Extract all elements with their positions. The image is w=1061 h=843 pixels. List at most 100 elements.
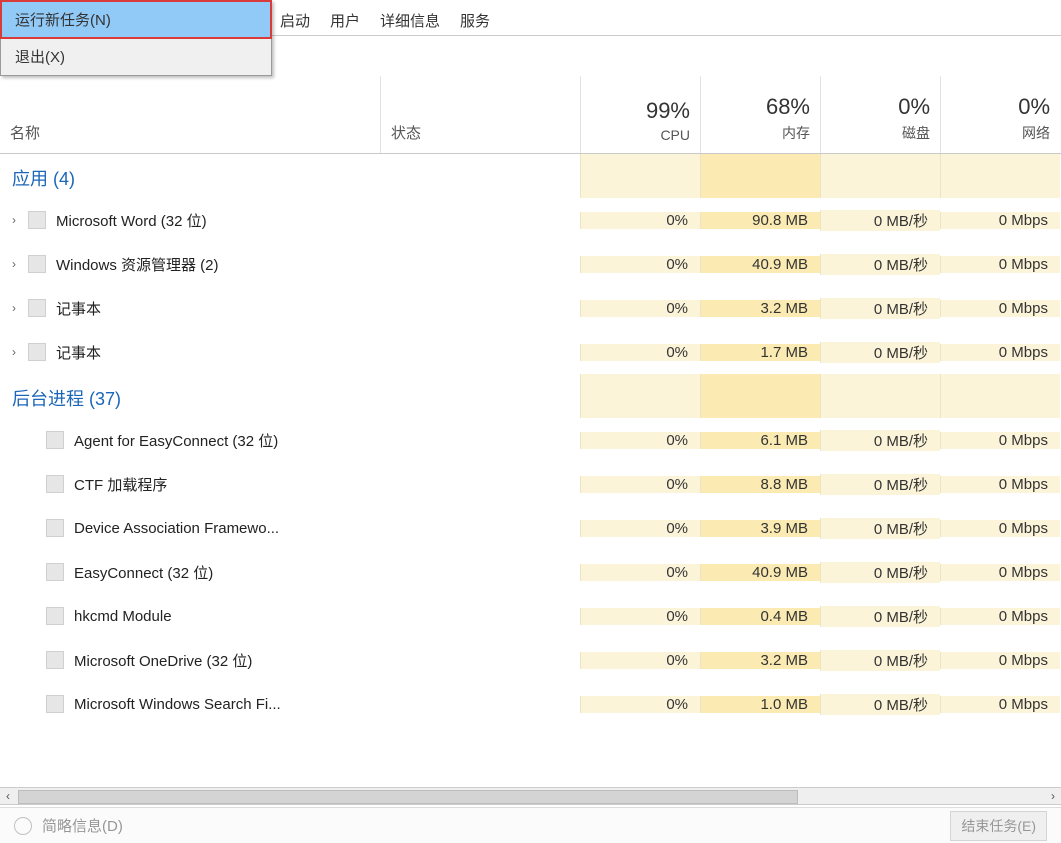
column-header-status[interactable]: 状态	[380, 76, 580, 153]
cpu-usage-pct: 99%	[646, 99, 690, 123]
disk-cell: 0 MB/秒	[820, 474, 940, 495]
cpu-cell: 0%	[580, 608, 700, 625]
tab-details[interactable]: 详细信息	[370, 6, 450, 35]
mem-cell: 40.9 MB	[700, 564, 820, 581]
app-icon	[46, 431, 64, 449]
mem-cell: 0.4 MB	[700, 608, 820, 625]
column-header-disk[interactable]: 0% 磁盘	[820, 76, 940, 153]
process-row[interactable]: Device Association Framewo... 0% 3.9 MB …	[0, 506, 1061, 550]
process-row[interactable]: › 记事本 0% 1.7 MB 0 MB/秒 0 Mbps	[0, 330, 1061, 374]
mem-cell: 8.8 MB	[700, 476, 820, 493]
process-row[interactable]: Microsoft OneDrive (32 位) 0% 3.2 MB 0 MB…	[0, 638, 1061, 682]
group-apps[interactable]: 应用 (4)	[0, 154, 1061, 198]
app-icon	[46, 651, 64, 669]
bottom-bar: 简略信息(D) 结束任务(E)	[0, 807, 1061, 843]
column-header-memory[interactable]: 68% 内存	[700, 76, 820, 153]
cpu-cell: 0%	[580, 344, 700, 361]
mem-cell: 3.2 MB	[700, 652, 820, 669]
disk-label: 磁盘	[902, 123, 930, 143]
app-icon	[46, 519, 64, 537]
net-cell: 0 Mbps	[940, 432, 1060, 449]
menu-item-run-new-task[interactable]: 运行新任务(N)	[1, 1, 271, 38]
cpu-cell: 0%	[580, 564, 700, 581]
chevron-right-icon[interactable]: ›	[6, 257, 22, 271]
column-header-network[interactable]: 0% 网络	[940, 76, 1060, 153]
net-cell: 0 Mbps	[940, 256, 1060, 273]
net-cell: 0 Mbps	[940, 212, 1060, 229]
fewer-details-label[interactable]: 简略信息(D)	[42, 815, 123, 836]
group-background[interactable]: 后台进程 (37)	[0, 374, 1061, 418]
tab-services[interactable]: 服务	[450, 6, 500, 35]
disk-cell: 0 MB/秒	[820, 254, 940, 275]
scroll-left-icon[interactable]: ‹	[6, 789, 10, 803]
scroll-right-icon[interactable]: ›	[1051, 789, 1055, 803]
cpu-cell: 0%	[580, 300, 700, 317]
cpu-cell: 0%	[580, 432, 700, 449]
process-name: Microsoft OneDrive (32 位)	[74, 650, 252, 671]
process-row[interactable]: hkcmd Module 0% 0.4 MB 0 MB/秒 0 Mbps	[0, 594, 1061, 638]
mem-cell: 90.8 MB	[700, 212, 820, 229]
process-row[interactable]: EasyConnect (32 位) 0% 40.9 MB 0 MB/秒 0 M…	[0, 550, 1061, 594]
end-task-button[interactable]: 结束任务(E)	[950, 811, 1047, 841]
process-name: Microsoft Word (32 位)	[56, 210, 207, 231]
disk-cell: 0 MB/秒	[820, 298, 940, 319]
disk-cell: 0 MB/秒	[820, 518, 940, 539]
cpu-label: CPU	[660, 127, 690, 143]
column-header-cpu[interactable]: 99% CPU	[580, 76, 700, 153]
cpu-cell: 0%	[580, 652, 700, 669]
process-row[interactable]: › 记事本 0% 3.2 MB 0 MB/秒 0 Mbps	[0, 286, 1061, 330]
column-header-name[interactable]: 名称	[0, 76, 380, 153]
net-label: 网络	[1022, 123, 1050, 143]
cpu-cell: 0%	[580, 256, 700, 273]
mem-cell: 1.7 MB	[700, 344, 820, 361]
disk-usage-pct: 0%	[898, 95, 930, 119]
process-row[interactable]: Microsoft Windows Search Fi... 0% 1.0 MB…	[0, 682, 1061, 726]
disk-cell: 0 MB/秒	[820, 694, 940, 715]
net-cell: 0 Mbps	[940, 564, 1060, 581]
app-icon	[28, 343, 46, 361]
process-name: 记事本	[56, 342, 101, 363]
process-name: EasyConnect (32 位)	[74, 562, 213, 583]
mem-cell: 40.9 MB	[700, 256, 820, 273]
chevron-right-icon[interactable]: ›	[6, 301, 22, 315]
mem-cell: 3.9 MB	[700, 520, 820, 537]
process-name: hkcmd Module	[74, 608, 172, 625]
cpu-cell: 0%	[580, 696, 700, 713]
net-cell: 0 Mbps	[940, 652, 1060, 669]
cpu-cell: 0%	[580, 212, 700, 229]
app-icon	[46, 695, 64, 713]
cpu-cell: 0%	[580, 476, 700, 493]
net-cell: 0 Mbps	[940, 344, 1060, 361]
horizontal-scrollbar[interactable]: ‹ ›	[0, 787, 1061, 805]
tab-startup[interactable]: 启动	[270, 6, 320, 35]
disk-cell: 0 MB/秒	[820, 430, 940, 451]
fewer-details-icon[interactable]	[14, 817, 32, 835]
scrollbar-thumb[interactable]	[18, 790, 798, 804]
net-cell: 0 Mbps	[940, 696, 1060, 713]
process-name: Device Association Framewo...	[74, 520, 279, 537]
mem-usage-pct: 68%	[766, 95, 810, 119]
process-name: Agent for EasyConnect (32 位)	[74, 430, 278, 451]
process-name: Microsoft Windows Search Fi...	[74, 696, 281, 713]
mem-cell: 6.1 MB	[700, 432, 820, 449]
disk-cell: 0 MB/秒	[820, 606, 940, 627]
net-cell: 0 Mbps	[940, 300, 1060, 317]
chevron-right-icon[interactable]: ›	[6, 345, 22, 359]
process-row[interactable]: › Microsoft Word (32 位) 0% 90.8 MB 0 MB/…	[0, 198, 1061, 242]
group-apps-title: 应用 (4)	[0, 154, 75, 201]
net-cell: 0 Mbps	[940, 476, 1060, 493]
disk-cell: 0 MB/秒	[820, 342, 940, 363]
app-icon	[28, 255, 46, 273]
chevron-right-icon[interactable]: ›	[6, 213, 22, 227]
column-header-row: 名称 状态 99% CPU 68% 内存 0% 磁盘 0% 网络	[0, 76, 1061, 154]
process-row[interactable]: CTF 加载程序 0% 8.8 MB 0 MB/秒 0 Mbps	[0, 462, 1061, 506]
cpu-cell: 0%	[580, 520, 700, 537]
app-icon	[28, 211, 46, 229]
tab-users[interactable]: 用户	[320, 6, 370, 35]
mem-cell: 3.2 MB	[700, 300, 820, 317]
process-row[interactable]: Agent for EasyConnect (32 位) 0% 6.1 MB 0…	[0, 418, 1061, 462]
menu-item-exit[interactable]: 退出(X)	[1, 38, 271, 75]
app-icon	[46, 475, 64, 493]
net-usage-pct: 0%	[1018, 95, 1050, 119]
process-row[interactable]: › Windows 资源管理器 (2) 0% 40.9 MB 0 MB/秒 0 …	[0, 242, 1061, 286]
